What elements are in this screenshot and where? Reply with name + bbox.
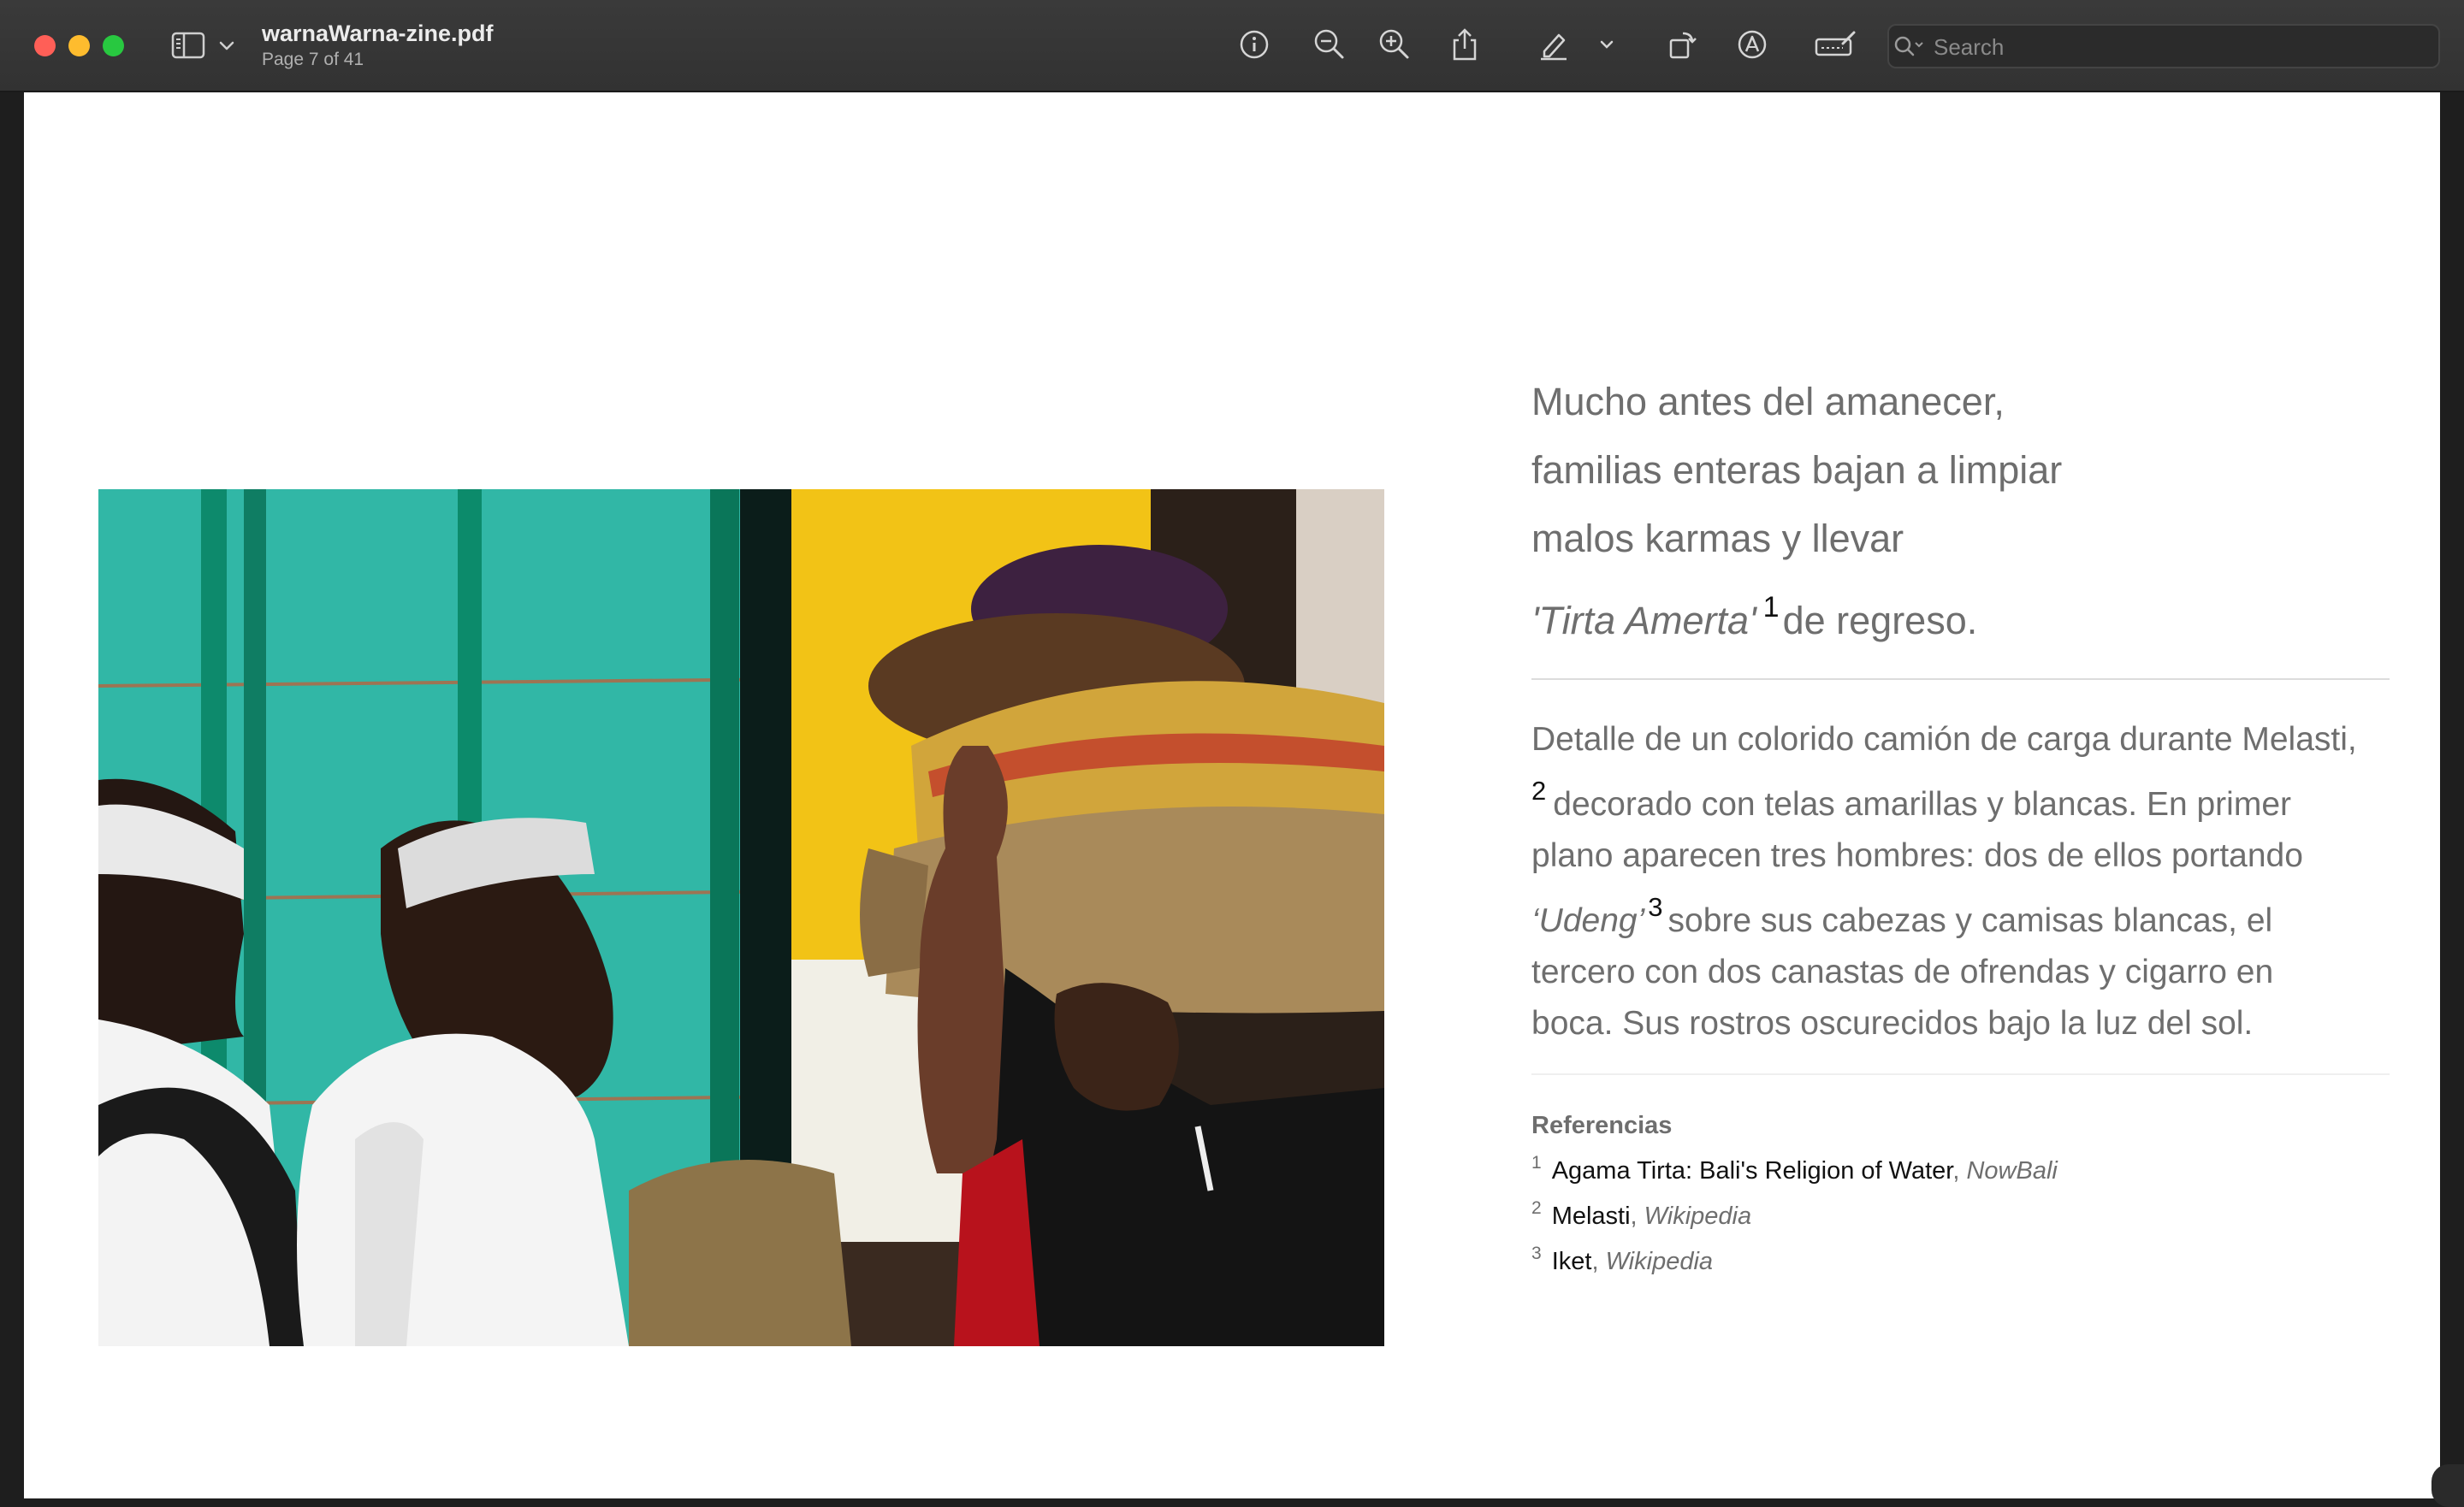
- minimize-window-button[interactable]: [68, 35, 90, 56]
- rotate-icon: [1669, 32, 1697, 59]
- footnote-ref-1[interactable]: 1: [1763, 591, 1780, 623]
- caption-line-text: decorado con telas amarillas y blancas. …: [1553, 786, 2291, 823]
- divider: [1531, 678, 2390, 680]
- term-udeng: ‘Udeng’: [1531, 902, 1645, 939]
- scrollbar-thumb[interactable]: [2431, 1464, 2464, 1507]
- reference-number: 2: [1531, 1198, 1542, 1218]
- reference-source: NowBali: [1966, 1157, 2058, 1185]
- pdf-page: Mucho antes del amanecer, familias enter…: [24, 92, 2440, 1498]
- photo-image: [98, 489, 1384, 1346]
- sidebar-options-chevron-down-icon[interactable]: [217, 38, 236, 53]
- caption-line: boca. Sus rostros oscurecidos bajo la lu…: [1531, 1005, 2254, 1042]
- document-title: warnaWarna-zine.pdf: [262, 21, 494, 46]
- reference-title[interactable]: Melasti: [1552, 1203, 1631, 1230]
- reference-number: 1: [1531, 1153, 1542, 1173]
- poem-line: Mucho antes del amanecer,: [1531, 380, 2005, 423]
- close-window-button[interactable]: [34, 35, 56, 56]
- chevron-down-icon: [1600, 40, 1614, 49]
- info-icon: [1240, 30, 1269, 59]
- markup-icon: [1738, 30, 1767, 59]
- highlight-pen-icon: [1541, 33, 1567, 61]
- references-heading: Referencias: [1531, 1112, 1673, 1139]
- highlight-options-button[interactable]: [1595, 26, 1619, 63]
- poem-line: familias enteras bajan a limpiar: [1531, 448, 2063, 492]
- caption-line-2: 2 decorado con telas amarillas y blancas.…: [1531, 765, 2404, 830]
- share-button[interactable]: [1446, 26, 1484, 63]
- sidebar-toggle-icon[interactable]: [171, 31, 205, 60]
- zoom-in-icon: [1379, 29, 1409, 59]
- reference-separator: ,: [1591, 1248, 1599, 1275]
- reference-title[interactable]: Iket: [1552, 1248, 1592, 1275]
- toolbar: warnaWarna-zine.pdf Page 7 of 41: [0, 0, 2464, 92]
- poem-line-end: de regreso.: [1782, 599, 1978, 642]
- divider: [1531, 1073, 2390, 1075]
- reference-item[interactable]: 3 Iket, Wikipedia: [1531, 1244, 1713, 1276]
- reference-item[interactable]: 2 Melasti, Wikipedia: [1531, 1198, 1751, 1231]
- caption-line: tercero con dos canastas de ofrendas y c…: [1531, 954, 2274, 990]
- caption-line: plano aparecen tres hombres: dos de ello…: [1531, 837, 2303, 874]
- caption-line-text: sobre sus cabezas y camisas blancas, el: [1667, 902, 2273, 939]
- poem-line-4: 'Tirta Amerta' 1de regreso.: [1531, 573, 2387, 655]
- reference-separator: ,: [1630, 1203, 1638, 1230]
- zoom-out-icon: [1314, 29, 1344, 59]
- info-button[interactable]: [1235, 26, 1273, 63]
- share-icon: [1453, 28, 1477, 61]
- poem-text: Mucho antes del amanecer, familias enter…: [1531, 368, 2387, 655]
- reference-source: Wikipedia: [1605, 1248, 1714, 1275]
- signature-icon: [1815, 31, 1856, 56]
- reference-title[interactable]: Agama Tirta: Bali's Religion of Water: [1552, 1157, 1953, 1185]
- zoom-in-button[interactable]: [1376, 26, 1413, 63]
- photo-caption: Detalle de un colorido camión de carga d…: [1531, 714, 2404, 1049]
- rotate-button[interactable]: [1663, 26, 1701, 63]
- search-input[interactable]: [1932, 29, 2431, 65]
- highlight-button[interactable]: [1535, 26, 1573, 63]
- footnote-ref-3[interactable]: 3: [1648, 892, 1662, 922]
- reference-item[interactable]: 1 Agama Tirta: Bali's Religion of Water, …: [1531, 1153, 2058, 1185]
- signature-button[interactable]: [1812, 26, 1858, 63]
- footnote-ref-2[interactable]: 2: [1531, 776, 1546, 806]
- reference-number: 3: [1531, 1244, 1542, 1263]
- reference-separator: ,: [1952, 1157, 1960, 1185]
- page-indicator: Page 7 of 41: [262, 50, 364, 69]
- caption-line-4: ‘Udeng’ 3 sobre sus cabezas y camisas blan…: [1531, 882, 2404, 947]
- maximize-window-button[interactable]: [103, 35, 124, 56]
- caption-line: Detalle de un colorido camión de carga d…: [1531, 721, 2357, 758]
- reference-source: Wikipedia: [1644, 1203, 1752, 1230]
- markup-button[interactable]: [1733, 26, 1771, 63]
- search-icon: [1894, 36, 1923, 56]
- poem-line: malos karmas y llevar: [1531, 517, 1904, 560]
- zoom-out-button[interactable]: [1311, 26, 1348, 63]
- term-tirta-amerta: 'Tirta Amerta': [1531, 599, 1756, 642]
